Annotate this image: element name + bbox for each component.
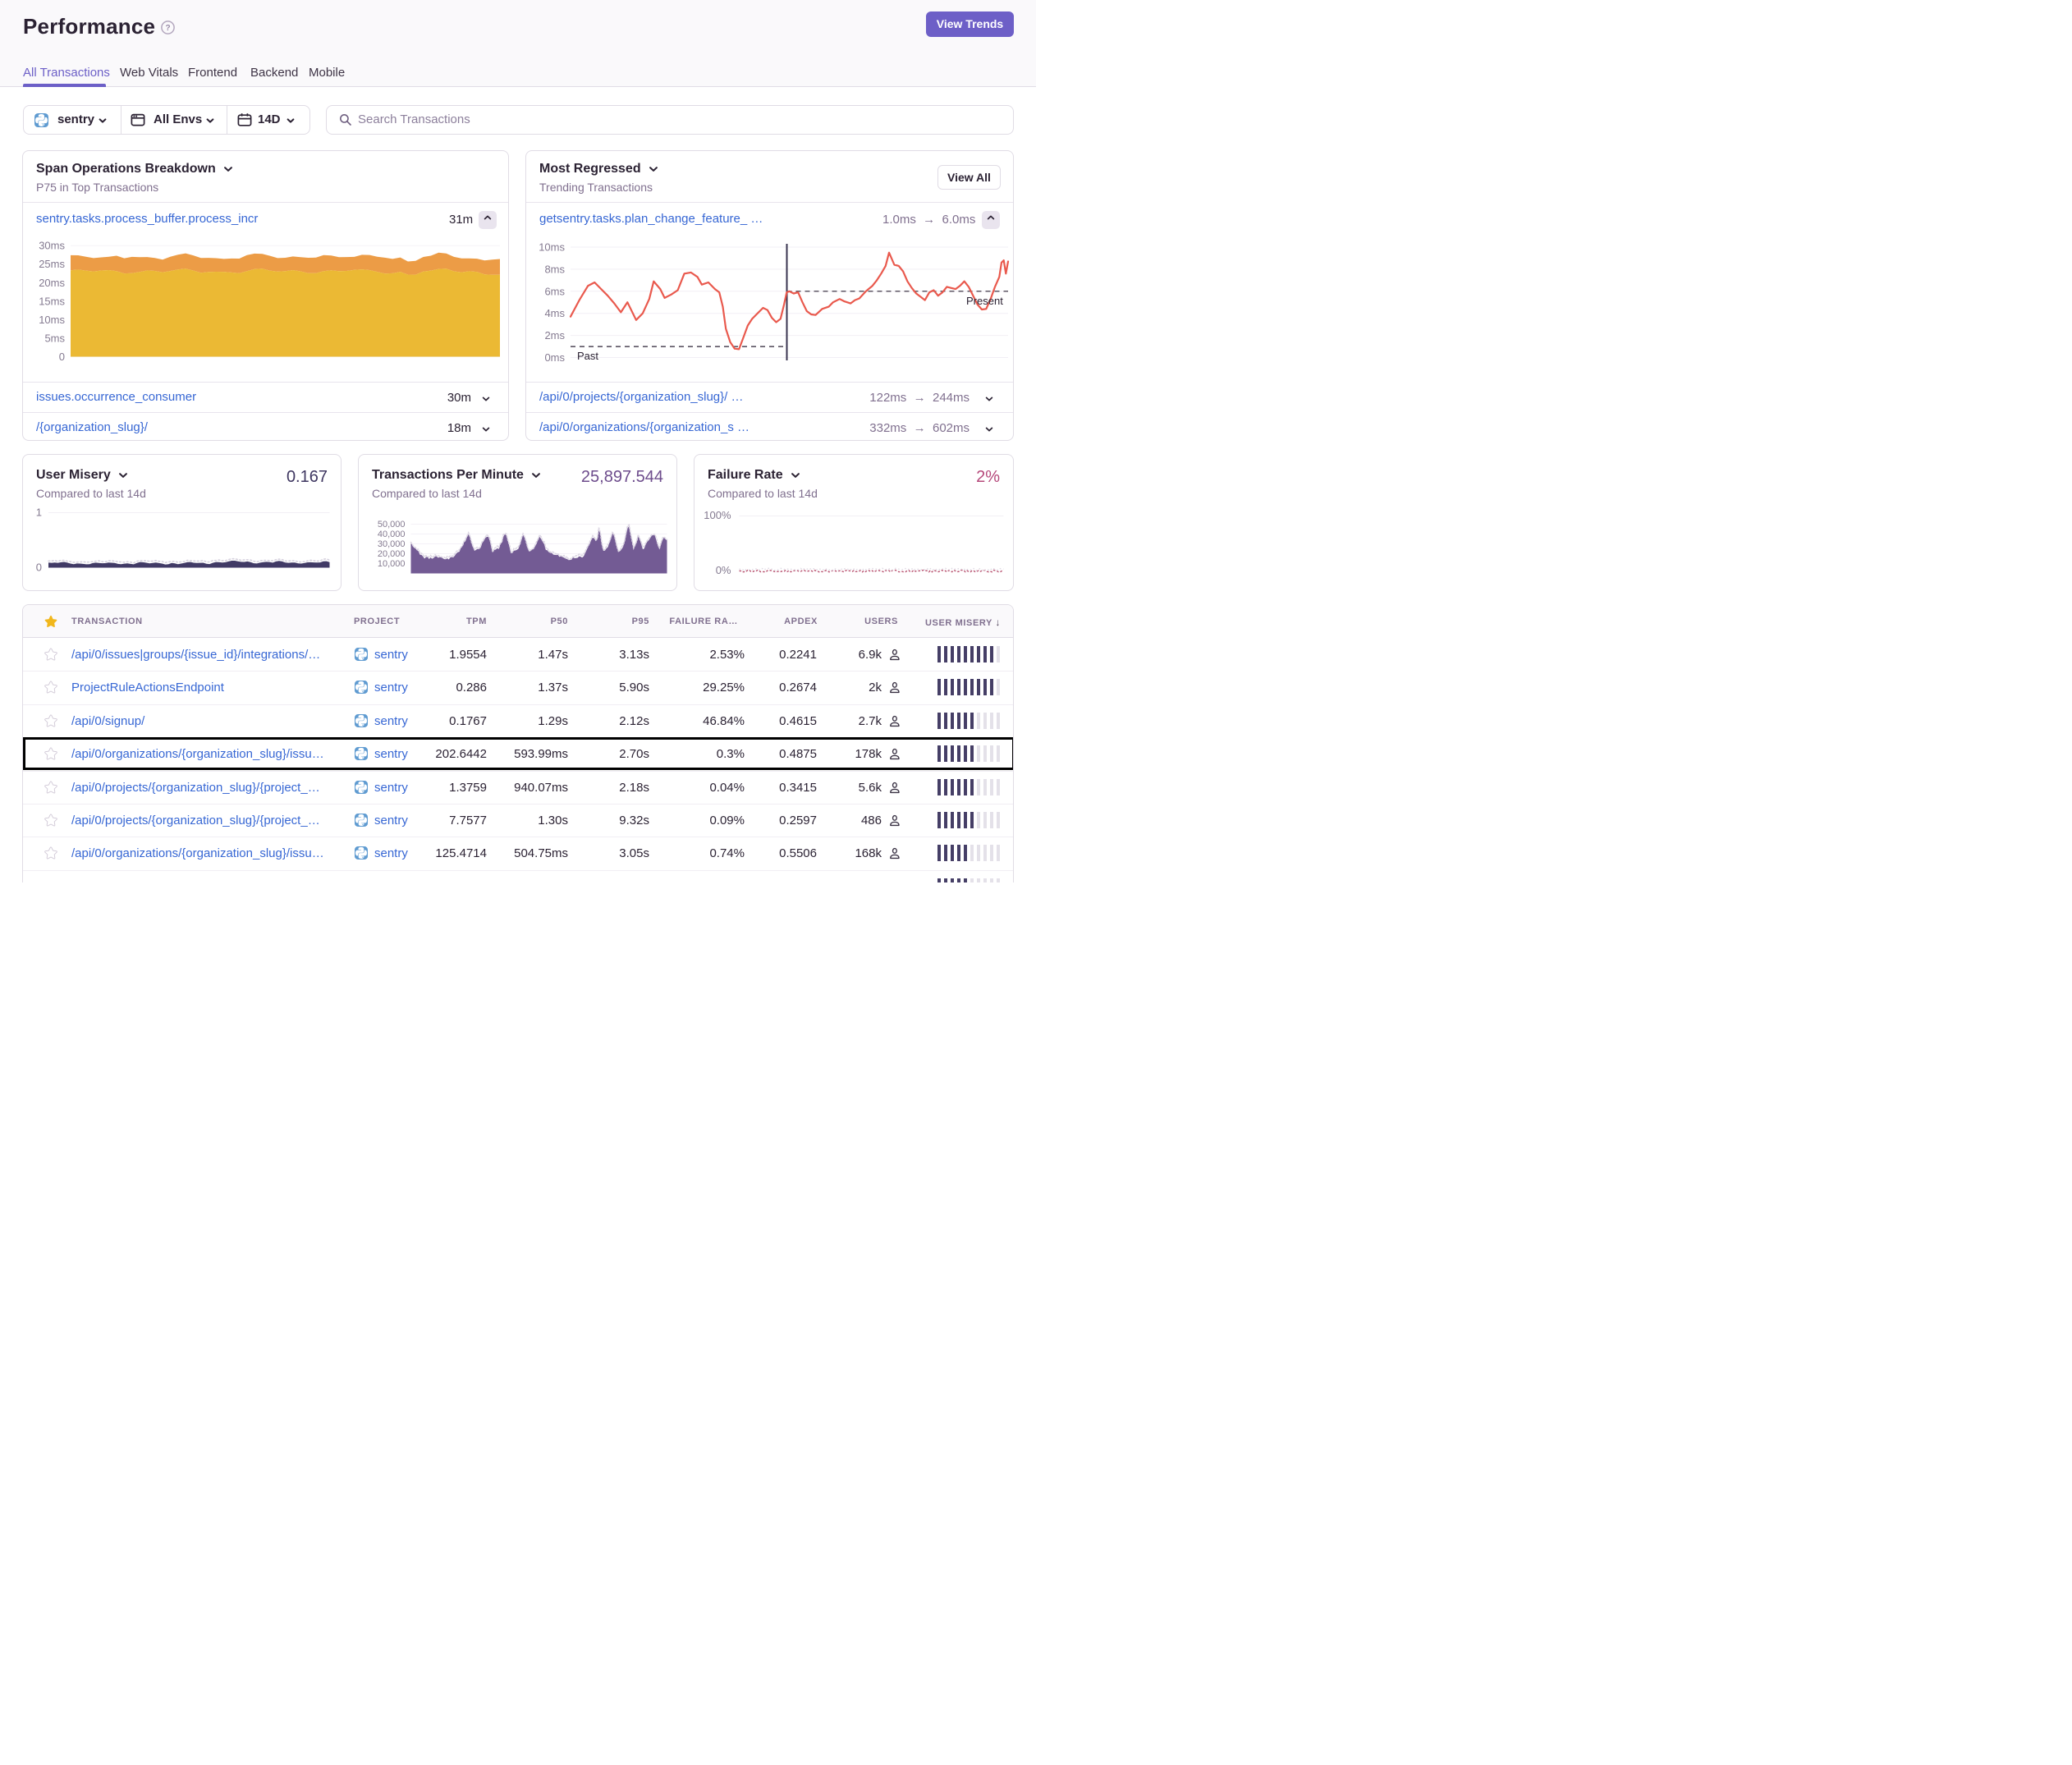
svg-text:100%: 100% [704,509,731,521]
svg-text:10ms: 10ms [39,314,65,326]
svg-text:0ms: 0ms [544,351,565,364]
svg-text:50,000: 50,000 [378,520,406,530]
svg-text:10,000: 10,000 [378,559,406,569]
svg-text:Past: Past [577,350,598,362]
svg-text:5ms: 5ms [44,332,65,345]
svg-text:0%: 0% [716,564,731,576]
svg-text:30ms: 30ms [39,241,65,252]
svg-text:20ms: 20ms [39,277,65,289]
svg-text:8ms: 8ms [544,263,565,275]
svg-text:6ms: 6ms [544,285,565,297]
svg-text:0: 0 [36,562,42,574]
svg-text:30,000: 30,000 [378,539,406,549]
svg-text:2ms: 2ms [544,329,565,342]
svg-text:25ms: 25ms [39,258,65,270]
svg-text:4ms: 4ms [544,307,565,319]
svg-text:20,000: 20,000 [378,549,406,559]
svg-text:1: 1 [36,507,42,519]
svg-text:0: 0 [59,351,65,363]
svg-text:40,000: 40,000 [378,530,406,539]
svg-text:Present: Present [966,295,1003,307]
svg-text:?: ? [165,24,170,33]
svg-text:10ms: 10ms [539,241,565,254]
svg-text:15ms: 15ms [39,295,65,307]
